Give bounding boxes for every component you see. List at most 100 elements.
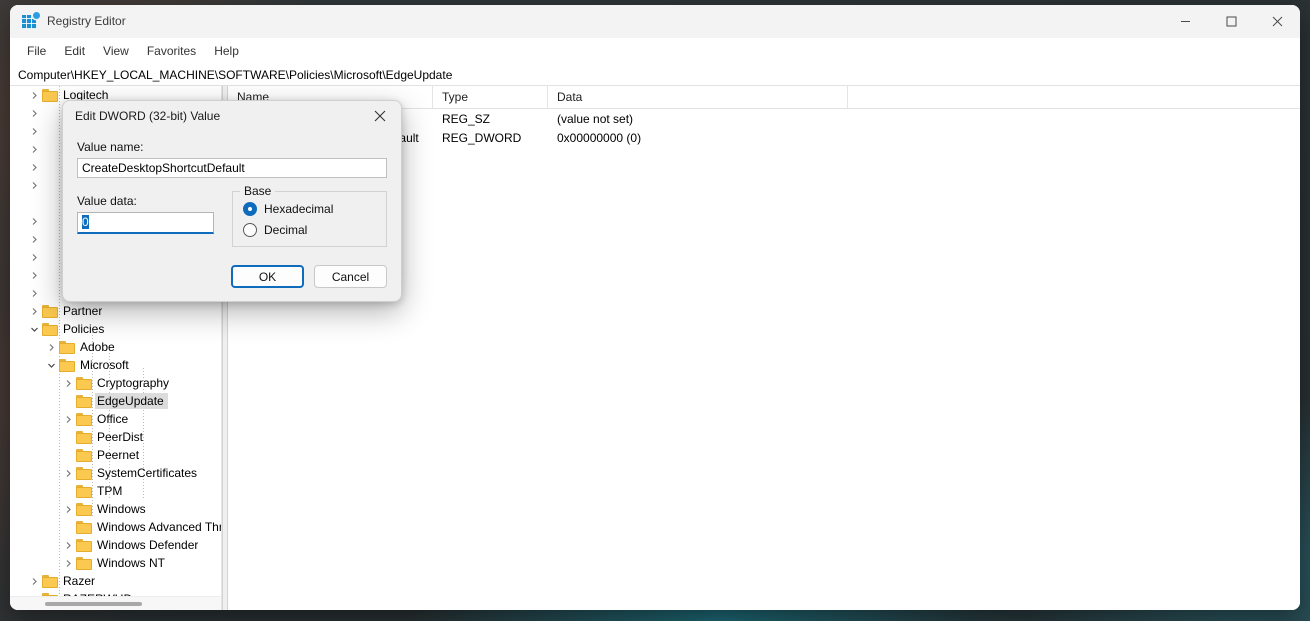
chevron-right-icon[interactable] xyxy=(60,374,76,392)
menu-view[interactable]: View xyxy=(94,41,138,61)
dialog-title: Edit DWORD (32-bit) Value xyxy=(75,109,221,123)
chevron-right-icon[interactable] xyxy=(60,464,76,482)
tree-item-peernet[interactable]: Peernet xyxy=(10,446,221,464)
menu-file[interactable]: File xyxy=(18,41,55,61)
folder-icon xyxy=(59,358,75,372)
value-type-cell: REG_SZ xyxy=(442,111,491,126)
window-title: Registry Editor xyxy=(47,14,126,28)
tree-item-tpm[interactable]: TPM xyxy=(10,482,221,500)
tree-item-label: Partner xyxy=(63,304,103,318)
chevron-right-icon[interactable] xyxy=(26,230,42,248)
menu-favorites[interactable]: Favorites xyxy=(138,41,205,61)
tree-horizontal-scrollbar[interactable] xyxy=(10,596,221,610)
tree-item-adobe[interactable]: Adobe xyxy=(10,338,221,356)
chevron-right-icon[interactable] xyxy=(26,572,42,590)
chevron-right-icon[interactable] xyxy=(60,554,76,572)
base-fieldset: Base Hexadecimal Decimal xyxy=(232,184,387,247)
tree-item-policies[interactable]: Policies xyxy=(10,320,221,338)
chevron-right-icon[interactable] xyxy=(60,500,76,518)
folder-icon xyxy=(76,466,92,480)
folder-icon xyxy=(76,538,92,552)
chevron-right-icon[interactable] xyxy=(26,122,42,140)
ok-button[interactable]: OK xyxy=(231,265,304,288)
radio-hexadecimal-label: Hexadecimal xyxy=(264,202,334,216)
column-header-type[interactable]: Type xyxy=(433,86,548,108)
value-data-input[interactable]: 0 xyxy=(77,212,214,234)
tree-item-label: Microsoft xyxy=(80,358,129,372)
tree-item-windows[interactable]: Windows xyxy=(10,500,221,518)
folder-icon xyxy=(76,430,92,444)
registry-editor-window: Registry Editor File Edit View Favorites… xyxy=(10,5,1300,610)
folder-icon xyxy=(76,520,92,534)
maximize-button[interactable] xyxy=(1208,5,1254,38)
tree-item-edgeupdate[interactable]: EdgeUpdate xyxy=(10,392,221,410)
close-button[interactable] xyxy=(1254,5,1300,38)
folder-icon xyxy=(76,484,92,498)
dialog-lower-row: Value data: 0 Base Hexadecimal Decimal xyxy=(77,184,387,247)
chevron-right-icon[interactable] xyxy=(26,140,42,158)
dialog-titlebar: Edit DWORD (32-bit) Value xyxy=(63,101,401,131)
chevron-right-icon[interactable] xyxy=(26,302,42,320)
chevron-right-icon[interactable] xyxy=(43,338,59,356)
chevron-right-icon[interactable] xyxy=(26,158,42,176)
tree-item-windows-advanced-threat-protection[interactable]: Windows Advanced Threat Protection xyxy=(10,518,221,536)
radio-decimal[interactable]: Decimal xyxy=(243,223,376,237)
tree-item-office[interactable]: Office xyxy=(10,410,221,428)
tree-item-systemcertificates[interactable]: SystemCertificates xyxy=(10,464,221,482)
folder-icon xyxy=(76,376,92,390)
chevron-right-icon[interactable] xyxy=(60,536,76,554)
cancel-button[interactable]: Cancel xyxy=(314,265,387,288)
value-data-cell: 0x00000000 (0) xyxy=(557,130,642,145)
value-name-input[interactable] xyxy=(77,158,387,178)
tree-item-windows-defender[interactable]: Windows Defender xyxy=(10,536,221,554)
tree-horizontal-scroll-thumb[interactable] xyxy=(45,602,142,606)
window-titlebar: Registry Editor xyxy=(10,5,1300,38)
radio-decimal-icon xyxy=(243,223,257,237)
chevron-right-icon[interactable] xyxy=(26,86,42,104)
chevron-right-icon[interactable] xyxy=(26,284,42,302)
address-bar[interactable]: Computer\HKEY_LOCAL_MACHINE\SOFTWARE\Pol… xyxy=(10,64,1300,86)
tree-item-peerdist[interactable]: PeerDist xyxy=(10,428,221,446)
minimize-button[interactable] xyxy=(1162,5,1208,38)
registry-path: Computer\HKEY_LOCAL_MACHINE\SOFTWARE\Pol… xyxy=(18,67,453,82)
window-controls xyxy=(1162,5,1300,38)
chevron-right-icon[interactable] xyxy=(26,212,42,230)
folder-icon xyxy=(42,88,58,102)
radio-decimal-label: Decimal xyxy=(264,223,308,237)
tree-item-razer[interactable]: Razer xyxy=(10,572,221,590)
value-data-text: 0 xyxy=(82,215,89,229)
base-legend: Base xyxy=(240,184,276,198)
tree-item-label: SystemCertificates xyxy=(97,466,198,480)
chevron-down-icon[interactable] xyxy=(43,356,59,374)
menu-help[interactable]: Help xyxy=(205,41,248,61)
tree-item-label: Windows xyxy=(97,502,146,516)
value-data-column: Value data: 0 xyxy=(77,185,214,247)
chevron-right-icon[interactable] xyxy=(26,248,42,266)
tree-item-partner[interactable]: Partner xyxy=(10,302,221,320)
folder-icon xyxy=(42,304,58,318)
tree-item-label: Windows Advanced Threat Protection xyxy=(97,520,221,534)
chevron-right-icon[interactable] xyxy=(26,266,42,284)
chevron-right-icon[interactable] xyxy=(26,176,42,194)
dialog-body: Value name: Value data: 0 Base Hexadecim… xyxy=(63,131,401,265)
menu-edit[interactable]: Edit xyxy=(55,41,94,61)
tree-item-label: Cryptography xyxy=(97,376,170,390)
tree-item-cryptography[interactable]: Cryptography xyxy=(10,374,221,392)
folder-icon xyxy=(76,448,92,462)
radio-hexadecimal[interactable]: Hexadecimal xyxy=(243,202,376,216)
menu-bar: File Edit View Favorites Help xyxy=(10,38,1300,64)
chevron-down-icon[interactable] xyxy=(26,320,42,338)
tree-item-windows-nt[interactable]: Windows NT xyxy=(10,554,221,572)
tree-item-label: PeerDist xyxy=(97,430,144,444)
chevron-right-icon[interactable] xyxy=(26,104,42,122)
tree-item-label: TPM xyxy=(97,484,123,498)
dialog-close-icon[interactable] xyxy=(359,101,401,131)
tree-item-microsoft[interactable]: Microsoft xyxy=(10,356,221,374)
column-header-data[interactable]: Data xyxy=(548,86,848,108)
tree-item-label: Office xyxy=(97,412,129,426)
chevron-right-icon[interactable] xyxy=(60,410,76,428)
